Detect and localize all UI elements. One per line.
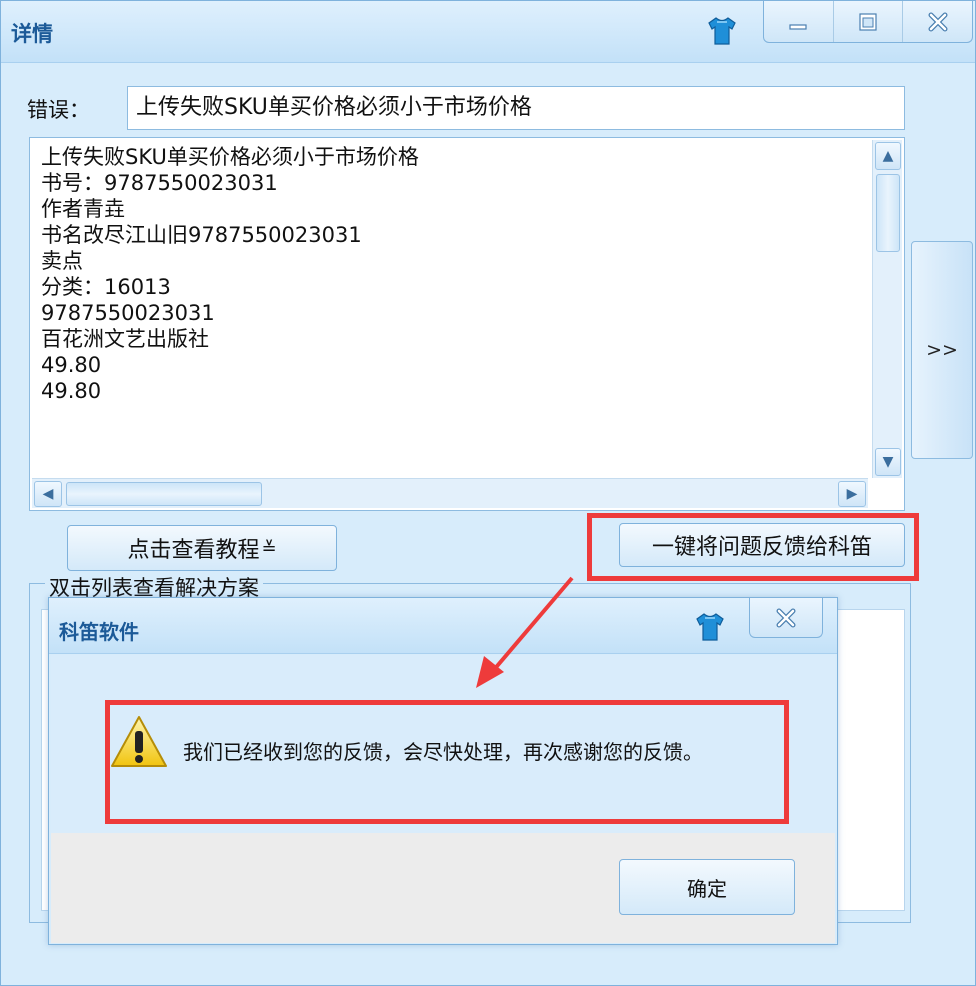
detail-line: 书名改尽江山旧9787550023031 <box>41 223 362 247</box>
close-button[interactable] <box>903 1 972 42</box>
error-field[interactable]: 上传失败SKU单买价格必须小于市场价格 <box>127 86 905 130</box>
detail-line: 49.80 <box>41 353 102 377</box>
chevron-down-icon: ▼ <box>882 454 894 470</box>
scroll-down-button[interactable]: ▼ <box>875 448 901 476</box>
horizontal-scroll-thumb[interactable] <box>66 482 262 506</box>
feedback-dialog: 科笛软件 我们已经收到您的反馈，会尽快处理，再次感谢您的反馈。 确定 <box>48 597 838 945</box>
vertical-scrollbar[interactable]: ▲ ▼ <box>872 140 902 478</box>
maximize-button[interactable] <box>834 1 904 42</box>
scroll-right-button[interactable]: ▶ <box>838 481 866 507</box>
maximize-icon <box>859 12 877 31</box>
scroll-left-button[interactable]: ◀ <box>34 481 62 507</box>
shirt-icon[interactable] <box>705 14 739 48</box>
tutorial-button-label: 点击查看教程 <box>127 538 260 563</box>
dialog-title-bar[interactable]: 科笛软件 <box>49 598 837 654</box>
window-title: 详情 <box>11 22 53 46</box>
detail-line: 49.80 <box>41 379 102 403</box>
detail-line: 卖点 <box>41 249 83 273</box>
double-chevron-down-icon: ≚ <box>261 537 277 559</box>
chevron-up-icon: ▲ <box>882 148 894 164</box>
detail-line: 书号：9787550023031 <box>41 171 278 195</box>
error-label: 错误： <box>27 98 90 122</box>
vertical-scroll-thumb[interactable] <box>876 174 900 252</box>
expand-button[interactable]: >> <box>911 241 973 459</box>
detail-lines: 上传失败SKU单买价格必须小于市场价格 书号：9787550023031 作者青… <box>41 144 861 404</box>
detail-line: 作者青垚 <box>41 197 125 221</box>
chevron-left-icon: ◀ <box>42 486 54 502</box>
detail-textbox[interactable]: 上传失败SKU单买价格必须小于市场价格 书号：9787550023031 作者青… <box>29 137 905 511</box>
close-icon <box>928 12 948 31</box>
shirt-icon[interactable] <box>693 610 727 644</box>
detail-line: 百花洲文艺出版社 <box>41 327 209 351</box>
minimize-button[interactable] <box>764 1 834 42</box>
dialog-close-button[interactable] <box>749 598 823 638</box>
window-controls <box>763 1 973 43</box>
message-highlight-box <box>105 700 789 824</box>
detail-line: 9787550023031 <box>41 301 215 325</box>
ok-button[interactable]: 确定 <box>619 859 795 915</box>
tutorial-button[interactable]: 点击查看教程 ≚ <box>67 525 337 571</box>
scroll-up-button[interactable]: ▲ <box>875 142 901 170</box>
close-icon <box>776 608 796 627</box>
detail-line: 分类：16013 <box>41 275 171 299</box>
horizontal-scrollbar[interactable]: ◀ ▶ <box>32 478 868 508</box>
minimize-icon <box>789 23 807 30</box>
title-bar[interactable]: 详情 <box>1 1 975 63</box>
chevron-right-icon: ▶ <box>846 486 858 502</box>
dialog-title: 科笛软件 <box>59 620 139 644</box>
detail-line: 上传失败SKU单买价格必须小于市场价格 <box>41 145 419 169</box>
feedback-highlight-box <box>587 513 919 581</box>
